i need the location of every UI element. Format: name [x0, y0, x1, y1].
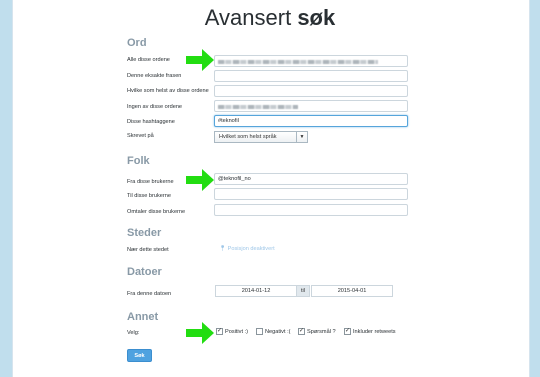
location-text: Posisjon deaktivert — [227, 246, 275, 252]
language-select[interactable]: Hvilket som helst språk ▼ — [214, 131, 308, 143]
chevron-down-icon: ▼ — [296, 132, 307, 142]
from-users-input[interactable]: @teknofil_no — [214, 173, 408, 185]
none-words-input[interactable] — [214, 100, 408, 112]
section-other-heading: Annet — [127, 311, 159, 323]
exact-phrase-input[interactable] — [214, 70, 408, 82]
section-dates-heading: Datoer — [127, 266, 162, 278]
hashtags-input[interactable]: #teknofil — [214, 115, 408, 127]
exact-phrase-label: Denne eksakte frasen — [127, 73, 182, 79]
retweets-checkbox[interactable]: ✓ — [344, 328, 351, 335]
section-people-heading: Folk — [127, 155, 150, 167]
til-separator: til — [296, 285, 310, 297]
redacted-text — [218, 105, 298, 109]
all-words-input[interactable] — [214, 55, 408, 67]
from-date-label: Fra denne datoen — [127, 291, 172, 297]
retweets-label: Inkluder retweets — [353, 329, 396, 335]
all-words-label: Alle disse ordene — [127, 57, 170, 63]
location-link[interactable]: 📍︎ Posisjon deaktivert — [219, 246, 275, 252]
language-select-value: Hvilket som helst språk — [219, 134, 277, 140]
location-pin-icon: 📍︎ — [219, 246, 227, 252]
redacted-text — [218, 60, 378, 64]
section-words-heading: Ord — [127, 37, 147, 49]
to-users-label: Til disse brukerne — [127, 193, 171, 199]
any-words-label: Hvilke som helst av disse ordene — [127, 88, 209, 94]
start-date-input[interactable]: 2014-01-12 — [215, 285, 297, 297]
near-place-label: Nær dette stedet — [127, 247, 169, 253]
positive-label: Positivt :) — [225, 329, 249, 335]
select-label: Velg: — [127, 330, 140, 336]
green-arrow-icon — [186, 49, 214, 71]
mention-users-label: Omtaler disse brukerne — [127, 209, 186, 215]
language-label: Skrevet på — [127, 133, 154, 139]
title-bold: søk — [297, 5, 336, 30]
question-label: Spørsmål ? — [307, 329, 336, 335]
hashtags-label: Disse hashtaggene — [127, 119, 175, 125]
page-title: Avansert søk — [0, 5, 540, 31]
end-date-input[interactable]: 2015-04-01 — [311, 285, 393, 297]
green-arrow-icon — [186, 169, 214, 191]
positive-checkbox[interactable]: ✓ — [216, 328, 223, 335]
negative-checkbox[interactable] — [256, 328, 263, 335]
question-checkbox[interactable]: ✓ — [298, 328, 305, 335]
section-places-heading: Steder — [127, 227, 162, 239]
negative-label: Negativt :( — [265, 329, 291, 335]
green-arrow-icon — [186, 322, 214, 344]
search-button[interactable]: Søk — [127, 349, 152, 362]
any-words-input[interactable] — [214, 85, 408, 97]
from-users-label: Fra disse brukerne — [127, 179, 174, 185]
title-plain: Avansert — [204, 5, 298, 30]
none-words-label: Ingen av disse ordene — [127, 104, 183, 110]
mention-users-input[interactable] — [214, 204, 408, 216]
to-users-input[interactable] — [214, 188, 408, 200]
